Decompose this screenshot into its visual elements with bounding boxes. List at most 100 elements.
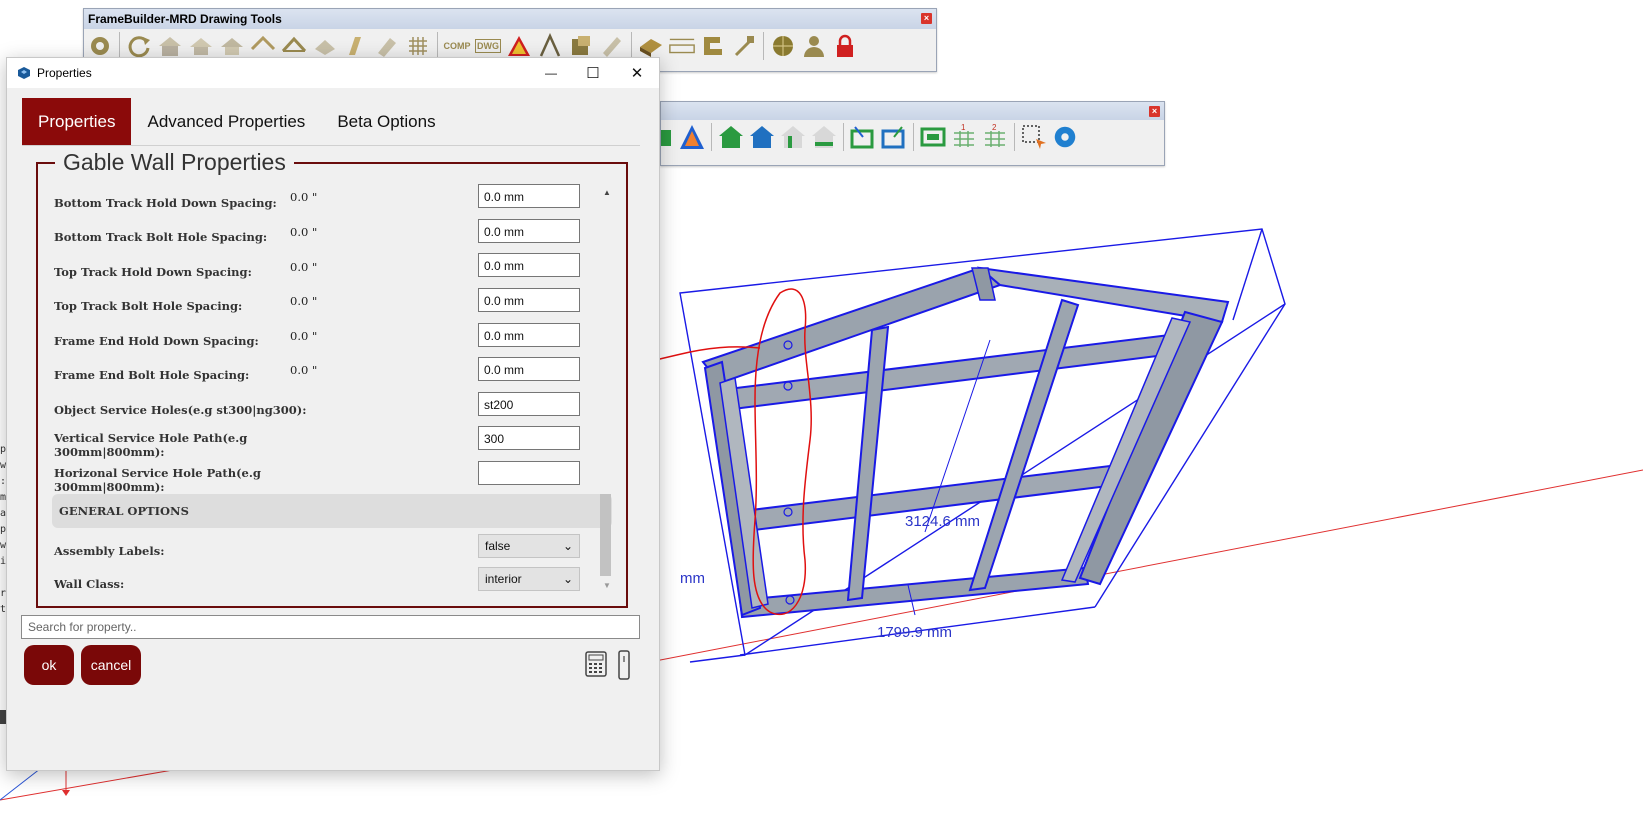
frame-tools-toolbar: × 1 2	[660, 101, 1165, 166]
settings-gear-icon[interactable]	[86, 32, 114, 60]
wall-nog-icon[interactable]	[810, 123, 838, 151]
house-wall-icon[interactable]	[156, 32, 184, 60]
brush-icon[interactable]	[730, 32, 758, 60]
triangle-warning-icon[interactable]	[678, 123, 706, 151]
config-gear-icon[interactable]	[1051, 123, 1079, 151]
svg-text:2: 2	[992, 123, 997, 132]
tab-beta-options[interactable]: Beta Options	[321, 98, 451, 145]
panel-legend: Gable Wall Properties	[55, 149, 294, 176]
gable-wall-properties-panel: Gable Wall Properties Bottom Track Hold …	[36, 149, 628, 608]
label-line: Horizonal Service Hole Path(e.g	[54, 466, 261, 480]
property-label: Wall Class:	[54, 577, 125, 591]
tab-properties[interactable]: Properties	[22, 98, 132, 145]
frame-toolbar-icon-row: 1 2	[661, 120, 1164, 154]
dimension-width: 1799.9 mm	[877, 624, 952, 641]
calculator-icon[interactable]	[584, 650, 608, 678]
scrollbar-thumb[interactable]	[600, 494, 611, 576]
export-icon[interactable]	[567, 32, 595, 60]
object-service-holes-input[interactable]: st200	[478, 392, 580, 416]
dimension-partial: mm	[680, 570, 705, 587]
frame-toolbar-close-button[interactable]: ×	[1149, 106, 1160, 117]
frame-edit-icon[interactable]	[849, 123, 877, 151]
stud-icon[interactable]	[373, 32, 401, 60]
minimize-button[interactable]: —	[529, 58, 573, 88]
ruler-tool-icon[interactable]	[598, 32, 626, 60]
imperial-value: 0.0 "	[290, 190, 318, 204]
selection-cursor-icon[interactable]	[1020, 123, 1048, 151]
gable-wall-frame[interactable]	[701, 266, 1230, 619]
property-search-input[interactable]: Search for property..	[21, 615, 640, 639]
partial-icon[interactable]	[661, 123, 675, 151]
wall-blue-icon[interactable]	[748, 123, 776, 151]
frame-select-icon[interactable]	[880, 123, 908, 151]
tab-advanced-properties[interactable]: Advanced Properties	[131, 98, 321, 145]
app-icon	[18, 67, 30, 79]
svg-text:1: 1	[961, 123, 966, 132]
dialog-titlebar: Properties — ☐ ✕	[7, 58, 659, 88]
imperial-value: 0.0 "	[290, 294, 318, 308]
scroll-up-arrow-icon[interactable]: ▲	[603, 188, 611, 197]
comp-icon[interactable]: COMP	[443, 32, 471, 60]
warning-icon[interactable]	[505, 32, 533, 60]
wall-stud-icon[interactable]	[779, 123, 807, 151]
frame-end-bolt-hole-input[interactable]: 0.0 mm	[478, 357, 580, 381]
measure-icon[interactable]	[668, 32, 696, 60]
toolbar-title: FrameBuilder-MRD Drawing Tools ×	[84, 9, 936, 29]
wall-class-select[interactable]: interior ⌄	[478, 567, 580, 591]
clamp-icon[interactable]	[699, 32, 727, 60]
refresh-icon[interactable]	[125, 32, 153, 60]
tab-bar: Properties Advanced Properties Beta Opti…	[22, 98, 640, 146]
imperial-value: 0.0 "	[290, 329, 318, 343]
property-label: Bottom Track Hold Down Spacing:	[54, 196, 277, 210]
chevron-down-icon: ⌄	[562, 539, 573, 553]
panel-2-icon[interactable]: 2	[981, 123, 1009, 151]
frame-toolbar-title: ×	[661, 102, 1164, 120]
house-roof-icon[interactable]	[187, 32, 215, 60]
label-line: 300mm|800mm):	[54, 445, 165, 459]
house-frame-icon[interactable]	[218, 32, 246, 60]
panel-1-icon[interactable]: 1	[950, 123, 978, 151]
grid-icon[interactable]	[404, 32, 432, 60]
panel-green-icon[interactable]	[919, 123, 947, 151]
assembly-labels-select[interactable]: false ⌄	[478, 534, 580, 558]
user-icon[interactable]	[800, 32, 828, 60]
select-value: interior	[485, 572, 522, 586]
comp-label: COMP	[443, 41, 471, 51]
chevron-down-icon: ⌄	[562, 572, 573, 586]
toolbar-close-button[interactable]: ×	[921, 13, 932, 24]
property-label: Frame End Hold Down Spacing:	[54, 334, 259, 348]
properties-dialog: Properties — ☐ ✕ Properties Advanced Pro…	[6, 57, 660, 771]
maximize-button[interactable]: ☐	[571, 58, 615, 88]
property-label: Top Track Bolt Hole Spacing:	[54, 299, 243, 313]
select-value: false	[485, 539, 511, 553]
wall-green-icon[interactable]	[717, 123, 745, 151]
ruler-icon[interactable]	[617, 650, 631, 680]
top-track-bolt-hole-input[interactable]: 0.0 mm	[478, 288, 580, 312]
top-track-hold-down-input[interactable]: 0.0 mm	[478, 253, 580, 277]
property-label: Top Track Hold Down Spacing:	[54, 265, 252, 279]
material-icon[interactable]	[637, 32, 665, 60]
bottom-track-hold-down-input[interactable]: 0.0 mm	[478, 184, 580, 208]
property-label: Horizonal Service Hole Path(e.g 300mm|80…	[54, 466, 261, 494]
bottom-track-bolt-hole-input[interactable]: 0.0 mm	[478, 219, 580, 243]
ok-button[interactable]: ok	[24, 645, 74, 685]
roof-plane-icon[interactable]	[311, 32, 339, 60]
close-button[interactable]: ✕	[615, 58, 659, 88]
general-options-header[interactable]: GENERAL OPTIONS	[52, 494, 612, 528]
beam-icon[interactable]	[342, 32, 370, 60]
vertical-service-hole-path-input[interactable]: 300	[478, 426, 580, 450]
lock-icon[interactable]	[831, 32, 859, 60]
horizontal-service-hole-path-input[interactable]	[478, 461, 580, 485]
compass-icon[interactable]	[536, 32, 564, 60]
dwg-label: DWG	[475, 39, 501, 53]
label-line: Vertical Service Hole Path(e.g	[54, 431, 248, 445]
dimension-height: 3124.6 mm	[905, 513, 980, 530]
dwg-icon[interactable]: DWG	[474, 32, 502, 60]
property-label: Assembly Labels:	[54, 544, 165, 558]
scroll-down-arrow-icon[interactable]: ▼	[603, 581, 611, 590]
frame-end-hold-down-input[interactable]: 0.0 mm	[478, 323, 580, 347]
gable-icon[interactable]	[249, 32, 277, 60]
globe-icon[interactable]	[769, 32, 797, 60]
truss-icon[interactable]	[280, 32, 308, 60]
cancel-button[interactable]: cancel	[81, 645, 141, 685]
